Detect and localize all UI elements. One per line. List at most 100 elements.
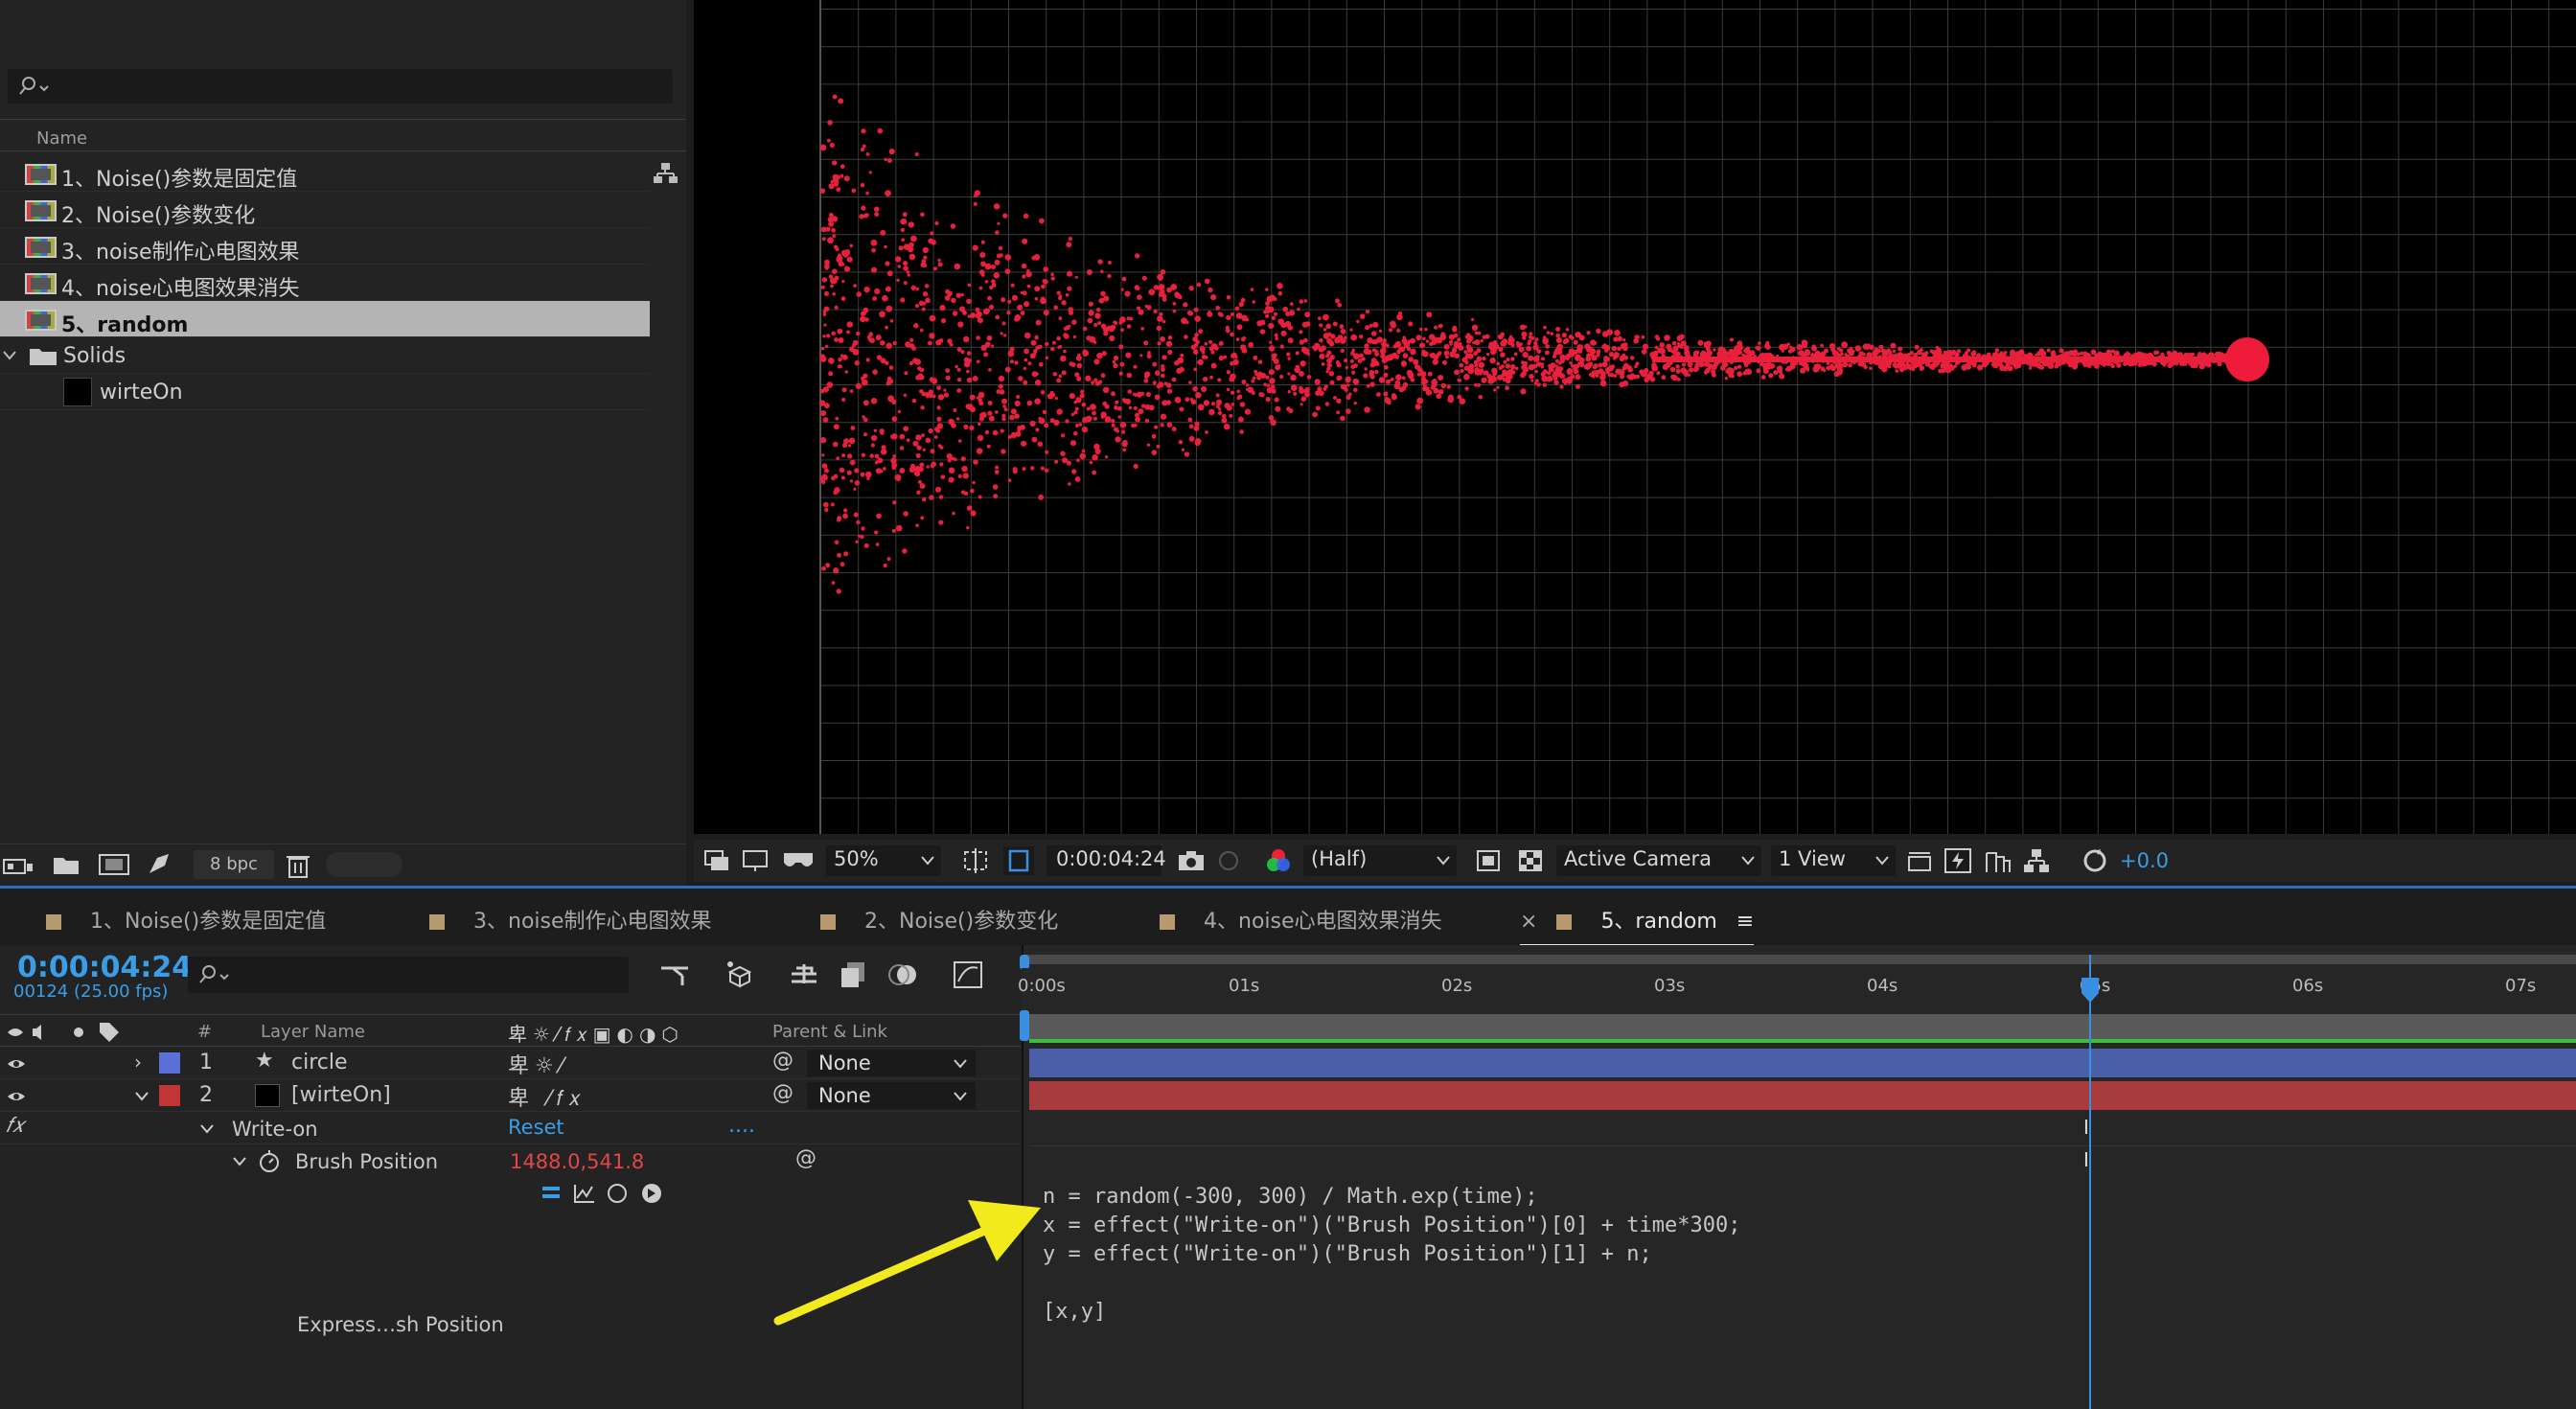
motion-blur-icon[interactable] xyxy=(887,959,920,991)
composition-canvas[interactable] xyxy=(694,0,2576,834)
time-navigator[interactable] xyxy=(1024,955,2576,964)
chevron-down-icon[interactable] xyxy=(232,1156,247,1167)
expression-editor[interactable]: n = random(-300, 300) / Math.exp(time); … xyxy=(1043,1183,1740,1327)
pickwhip-icon[interactable]: @ xyxy=(795,1146,816,1170)
project-column-header[interactable]: Name xyxy=(0,119,686,151)
parent-dropdown[interactable]: None xyxy=(807,1050,976,1076)
project-item[interactable]: 1、Noise()参数是固定值 xyxy=(0,155,678,192)
project-folder[interactable]: Solids xyxy=(0,337,650,374)
project-search-input[interactable] xyxy=(8,69,673,104)
bit-depth-button[interactable]: 8 bpc xyxy=(194,850,274,879)
tab-comp-2[interactable]: 2、Noise()参数变化 xyxy=(820,904,1058,935)
layer-row-circle[interactable]: › 1 ★ circle 卑☼⁄ @ None xyxy=(0,1047,1022,1079)
project-item[interactable]: 3、noise制作心电图效果 xyxy=(0,228,650,265)
layer-bar-circle[interactable] xyxy=(1029,1049,2576,1077)
circle-layer-dot[interactable] xyxy=(2225,337,2269,381)
shy-layers-icon[interactable] xyxy=(788,959,820,991)
project-item[interactable]: 4、noise心电图效果消失 xyxy=(0,265,650,301)
tab-comp-1[interactable]: 1、Noise()参数是固定值 xyxy=(46,904,326,935)
timeline-icon[interactable] xyxy=(1984,847,2012,874)
comp-flowchart-icon[interactable] xyxy=(2022,847,2051,874)
eye-visibility-icon[interactable] xyxy=(6,1089,27,1104)
reset-exposure-icon[interactable] xyxy=(2082,847,2108,874)
layer-switches[interactable]: 卑☼⁄ xyxy=(508,1049,568,1079)
effect-row[interactable]: 𝑓𝑥 Write-on Reset .... xyxy=(0,1112,1022,1144)
tab-comp-4[interactable]: 4、noise心电图效果消失 xyxy=(1160,904,1442,935)
zoom-dropdown[interactable]: 50% xyxy=(826,845,941,876)
effect-more-link[interactable]: .... xyxy=(728,1114,755,1138)
vr-glasses-icon[interactable] xyxy=(782,849,815,872)
current-time-field[interactable]: 0:00:04:24 xyxy=(1046,845,1166,876)
transparency-grid-icon[interactable] xyxy=(1518,849,1545,872)
tab-comp-5-active[interactable]: × 5、random ≡ xyxy=(1520,904,1755,946)
region-of-interest-icon[interactable] xyxy=(1476,849,1503,872)
layer-label-color[interactable] xyxy=(159,1085,180,1106)
work-area-bar[interactable] xyxy=(1029,1014,2576,1039)
chevron-down-icon[interactable] xyxy=(2,349,17,362)
layer-switches[interactable]: 卑 ⁄𝑓𝑥 xyxy=(508,1081,586,1112)
flowchart-icon[interactable] xyxy=(652,161,680,186)
reset-link[interactable]: Reset xyxy=(508,1116,564,1139)
composition-viewer[interactable] xyxy=(694,0,2576,834)
playhead-icon[interactable] xyxy=(2080,976,2101,1005)
monitor-icon[interactable] xyxy=(742,849,770,872)
timeline-current-time[interactable]: 0:00:04:24 xyxy=(17,951,192,984)
layer-name-column-label[interactable]: Layer Name xyxy=(261,1022,365,1042)
fast-previews-icon[interactable] xyxy=(1944,847,1972,874)
new-composition-icon[interactable] xyxy=(98,852,130,877)
thumbnail-slider[interactable] xyxy=(326,852,402,877)
graph-editor-icon[interactable] xyxy=(953,959,985,991)
chevron-down-icon[interactable] xyxy=(199,1123,215,1135)
show-snapshot-icon[interactable] xyxy=(1215,849,1242,872)
property-row-brush-position[interactable]: Brush Position 1488.0,541.8 @ xyxy=(0,1144,1022,1177)
toggle-pixel-aspect-icon[interactable] xyxy=(1905,849,1934,872)
expression-pickwhip-icon[interactable] xyxy=(608,1184,627,1203)
trash-icon[interactable] xyxy=(286,852,310,879)
work-area-start-handle[interactable] xyxy=(1020,1010,1029,1041)
eye-visibility-icon[interactable] xyxy=(6,1056,27,1072)
tab-menu-icon[interactable]: ≡ xyxy=(1736,910,1754,934)
always-preview-icon[interactable] xyxy=(703,849,732,872)
enable-expression-icon[interactable] xyxy=(542,1187,560,1198)
tab-comp-3[interactable]: 3、noise制作心电图效果 xyxy=(429,904,712,935)
comp-mini-flowchart-icon[interactable] xyxy=(659,960,692,989)
close-tab-icon[interactable]: × xyxy=(1520,910,1537,934)
frame-blending-icon[interactable] xyxy=(838,959,870,991)
interpret-footage-icon[interactable] xyxy=(2,854,34,877)
layer-row-wirteon[interactable]: 2 [wirteOn] 卑 ⁄𝑓𝑥 @ None xyxy=(0,1079,1022,1112)
pickwhip-icon[interactable]: @ xyxy=(772,1081,794,1105)
project-settings-icon[interactable] xyxy=(146,852,172,877)
stopwatch-icon[interactable] xyxy=(257,1148,282,1173)
pickwhip-icon[interactable]: @ xyxy=(772,1049,794,1073)
effect-name[interactable]: Write-on xyxy=(232,1118,318,1141)
resolution-dropdown[interactable]: (Half) xyxy=(1303,845,1457,876)
particle-dot xyxy=(1026,284,1031,289)
snapshot-camera-icon[interactable] xyxy=(1177,849,1206,872)
mask-visibility-icon[interactable] xyxy=(1002,845,1035,876)
project-solid-item[interactable]: wirteOn xyxy=(0,374,650,410)
expand-arrow-icon[interactable]: › xyxy=(134,1051,142,1074)
project-item-selected[interactable]: 5、random xyxy=(0,301,650,337)
particle-dot xyxy=(826,138,831,143)
fit-region-icon[interactable] xyxy=(960,847,991,874)
chevron-down-icon[interactable] xyxy=(134,1091,150,1102)
particle-dot xyxy=(1234,306,1240,312)
timeline-search-input[interactable] xyxy=(188,957,629,993)
exposure-value[interactable]: +0.0 xyxy=(2120,849,2169,872)
graph-icon[interactable] xyxy=(574,1185,594,1203)
views-dropdown[interactable]: 1 View xyxy=(1771,845,1896,876)
layer-name[interactable]: [wirteOn] xyxy=(291,1083,391,1107)
particle-dot xyxy=(1510,364,1516,370)
camera-dropdown[interactable]: Active Camera xyxy=(1556,845,1761,876)
layer-name[interactable]: circle xyxy=(291,1051,348,1074)
current-time-indicator[interactable] xyxy=(2089,955,2091,1409)
layer-label-color[interactable] xyxy=(159,1052,180,1074)
time-ruler[interactable]: 0:00s 01s 02s 03s 04s 05s 06s 07s xyxy=(1018,968,2576,1010)
parent-dropdown[interactable]: None xyxy=(807,1082,976,1109)
property-value[interactable]: 1488.0,541.8 xyxy=(510,1150,644,1173)
new-folder-icon[interactable] xyxy=(52,854,80,877)
channels-rgb-icon[interactable] xyxy=(1265,847,1292,874)
layer-bar-wirteon[interactable] xyxy=(1029,1081,2576,1110)
project-item[interactable]: 2、Noise()参数变化 xyxy=(0,192,650,228)
draft-3d-icon[interactable] xyxy=(723,959,755,991)
